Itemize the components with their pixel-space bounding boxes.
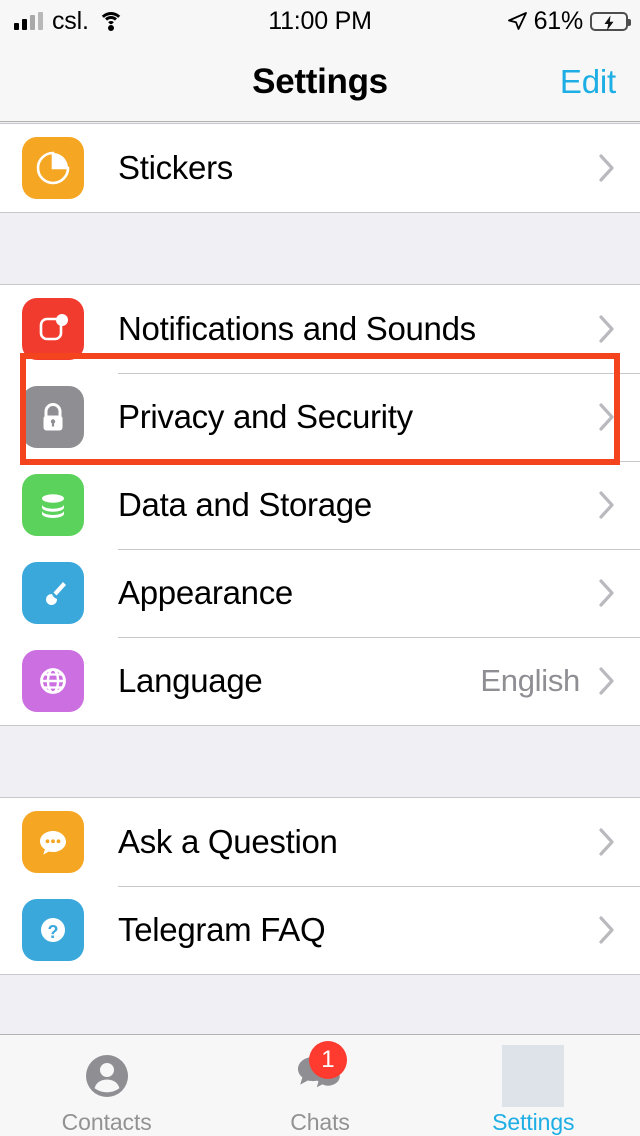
chat-bubble-icon <box>22 811 84 873</box>
tab-chats[interactable]: 1 Chats <box>213 1035 426 1136</box>
settings-placeholder-icon <box>502 1045 565 1107</box>
chats-unread-badge: 1 <box>308 1041 347 1079</box>
stickers-section: Stickers <box>0 123 640 213</box>
section-gap <box>0 975 640 1034</box>
settings-row-privacy-and-security[interactable]: Privacy and Security <box>0 373 640 461</box>
settings-row-label: Ask a Question <box>118 823 338 860</box>
location-arrow-icon <box>507 12 527 30</box>
tab-label: Contacts <box>61 1109 152 1135</box>
settings-row-appearance[interactable]: Appearance <box>0 549 640 637</box>
status-bar: csl. 11:00 PM 61% <box>0 0 640 42</box>
settings-row-stickers[interactable]: Stickers <box>0 124 640 212</box>
tab-label: Settings <box>492 1109 575 1135</box>
settings-row-data-and-storage[interactable]: Data and Storage <box>0 461 640 549</box>
edit-button[interactable]: Edit <box>560 42 616 122</box>
svg-text:?: ? <box>48 922 59 942</box>
chevron-right-icon <box>599 154 614 182</box>
settings-row-label: Appearance <box>118 574 293 611</box>
settings-row-label: Notifications and Sounds <box>118 310 476 347</box>
settings-row-label: Data and Storage <box>118 486 372 523</box>
chevron-right-icon <box>599 403 614 431</box>
lightning-bolt-icon <box>604 15 614 30</box>
clock-label: 11:00 PM <box>268 6 372 35</box>
help-section: Ask a Question ? Telegram FAQ <box>0 797 640 975</box>
tab-bar: Contacts 1 Chats Settings <box>0 1034 640 1136</box>
person-icon <box>76 1045 138 1107</box>
chevron-right-icon <box>599 491 614 519</box>
preferences-section: Notifications and Sounds Privacy and Sec… <box>0 284 640 726</box>
settings-row-telegram-faq[interactable]: ? Telegram FAQ <box>0 886 640 974</box>
settings-row-label: Telegram FAQ <box>118 911 326 948</box>
chevron-right-icon <box>599 579 614 607</box>
chevron-right-icon <box>599 667 614 695</box>
settings-row-label: Privacy and Security <box>118 398 413 435</box>
settings-list[interactable]: Stickers Notifications and Sounds Privac… <box>0 123 640 1034</box>
settings-row-value: English <box>480 663 580 698</box>
tab-label: Chats <box>290 1109 350 1135</box>
lock-icon <box>22 386 84 448</box>
settings-row-ask-a-question[interactable]: Ask a Question <box>0 798 640 886</box>
section-gap <box>0 213 640 284</box>
navigation-bar: Settings Edit <box>0 42 640 122</box>
settings-row-label: Stickers <box>118 149 233 186</box>
notifications-icon <box>22 298 84 360</box>
chevron-right-icon <box>599 916 614 944</box>
stickers-icon <box>22 137 84 199</box>
paintbrush-icon <box>22 562 84 624</box>
page-title: Settings <box>252 62 388 101</box>
section-gap <box>0 726 640 797</box>
battery-percent-label: 61% <box>533 6 584 35</box>
tab-contacts[interactable]: Contacts <box>0 1035 213 1136</box>
question-mark-icon: ? <box>22 899 84 961</box>
chevron-right-icon <box>599 315 614 343</box>
settings-row-notifications[interactable]: Notifications and Sounds <box>0 285 640 373</box>
chats-icon: 1 <box>289 1041 351 1107</box>
battery-charging-icon <box>590 11 631 31</box>
database-icon <box>22 474 84 536</box>
globe-icon <box>22 650 84 712</box>
chevron-right-icon <box>599 828 614 856</box>
tab-settings[interactable]: Settings <box>427 1035 640 1136</box>
status-bar-right: 61% <box>507 6 631 35</box>
settings-row-label: Language <box>118 662 263 699</box>
settings-row-language[interactable]: Language English <box>0 637 640 725</box>
